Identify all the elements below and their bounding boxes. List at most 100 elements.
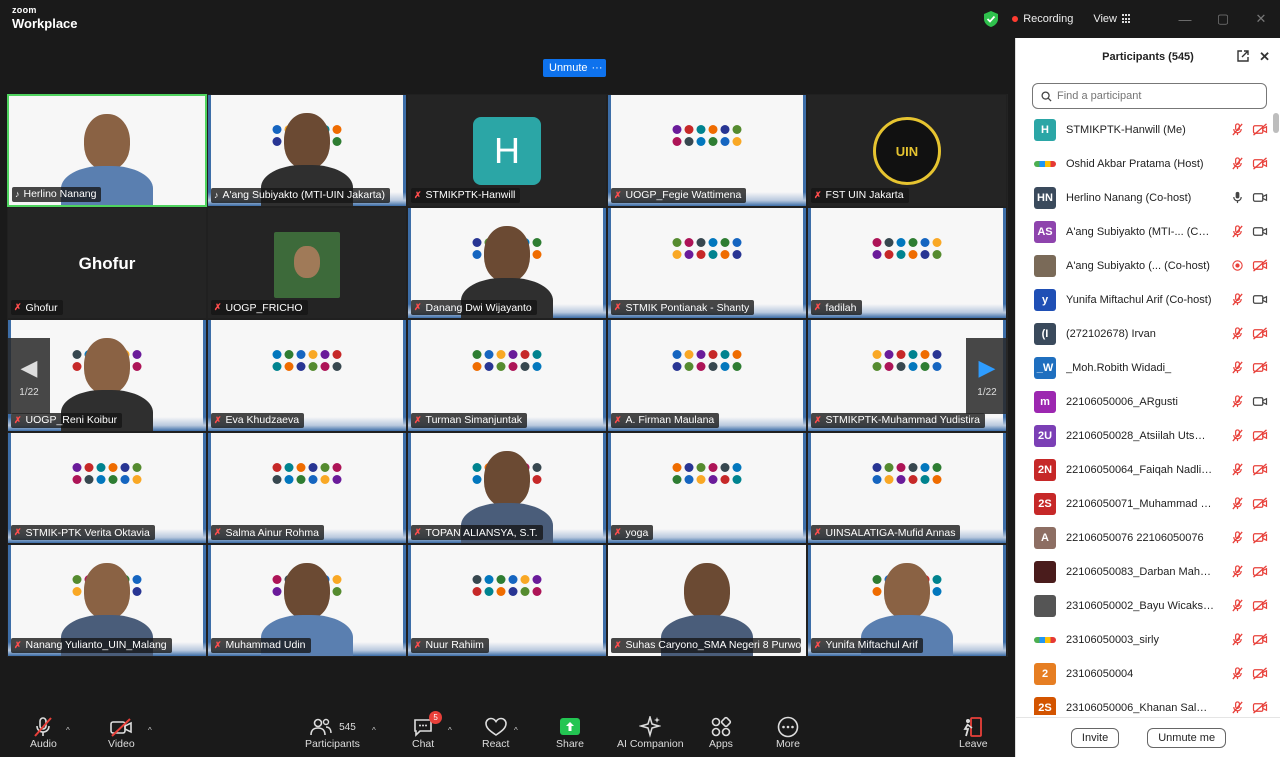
participant-row[interactable]: HN Herlino Nanang (Co-host) <box>1016 181 1274 215</box>
react-button[interactable]: React <box>482 716 509 750</box>
video-tile[interactable]: ♪ A'ang Subiyakto (MTI-UIN Jakarta) <box>207 94 407 207</box>
participant-search-input[interactable] <box>1057 90 1257 102</box>
participant-row[interactable]: 2S 22106050071_Muhammad Syif... <box>1016 487 1274 521</box>
video-tile[interactable]: ✗ Danang Dwi Wijayanto <box>407 206 607 320</box>
participant-status-icons[interactable] <box>1231 157 1268 170</box>
participant-status-icons[interactable] <box>1231 361 1268 374</box>
participant-status-icons[interactable] <box>1231 701 1268 714</box>
video-options-caret[interactable]: ^ <box>148 726 152 735</box>
previous-page-button[interactable]: ◀ 1/22 <box>8 338 50 414</box>
participant-status-icons[interactable] <box>1231 599 1268 612</box>
participant-list[interactable]: H STMIKPTK-Hanwill (Me) Oshid Akbar Pratam… <box>1016 113 1274 715</box>
participants-options-caret[interactable]: ^ <box>372 726 376 735</box>
participant-status-icons[interactable] <box>1231 463 1268 476</box>
minimize-button[interactable]: — <box>1166 0 1204 38</box>
video-tile[interactable]: ✗ Nanang Yulianto_UIN_Malang <box>7 544 207 657</box>
participant-row[interactable]: 2U 22106050028_Atsiilah Utsman F... <box>1016 419 1274 453</box>
close-window-button[interactable]: ✕ <box>1242 0 1280 38</box>
video-tile[interactable]: ✗ A. Firman Maulana <box>607 319 807 432</box>
participant-row[interactable]: AS A'ang Subiyakto (MTI-... (Co-host) <box>1016 215 1274 249</box>
more-button[interactable]: More <box>776 716 800 750</box>
security-shield-icon[interactable] <box>984 11 999 27</box>
meeting-toolbar: Audio ^ Video ^ 545 Participants ^ 5 Cha… <box>0 710 1015 757</box>
video-tile[interactable]: ✗ TOPAN ALIANSYA, S.T. <box>407 431 607 545</box>
participant-status-icons[interactable] <box>1231 633 1268 646</box>
audio-options-caret[interactable]: ^ <box>66 726 70 735</box>
video-tile[interactable]: ✗ UOGP_Fegie Wattimena <box>607 94 807 207</box>
participant-row[interactable]: 2N 22106050064_Faiqah Nadlifatul <box>1016 453 1274 487</box>
participant-row[interactable]: 23106050002_Bayu Wicaksono <box>1016 589 1274 623</box>
participant-row[interactable]: H STMIKPTK-Hanwill (Me) <box>1016 113 1274 147</box>
partner-logos <box>672 462 742 484</box>
participant-row[interactable]: Oshid Akbar Pratama (Host) <box>1016 147 1274 181</box>
participant-status-icons[interactable] <box>1231 123 1268 136</box>
video-tile[interactable]: ✗ UOGP_FRICHO <box>207 206 407 320</box>
participant-status-icons[interactable] <box>1231 259 1268 272</box>
react-options-caret[interactable]: ^ <box>514 726 518 735</box>
view-button[interactable]: View <box>1093 13 1132 25</box>
video-tile[interactable]: ✗ UINSALATIGA-Mufid Annas <box>807 431 1007 545</box>
recording-indicator[interactable]: Recording <box>1012 13 1073 25</box>
chat-options-caret[interactable]: ^ <box>448 726 452 735</box>
maximize-button[interactable]: ▢ <box>1204 0 1242 38</box>
participant-row[interactable]: 2 23106050004 <box>1016 657 1274 691</box>
participant-status-icons[interactable] <box>1231 667 1268 680</box>
participant-row[interactable]: A'ang Subiyakto (... (Co-host) <box>1016 249 1274 283</box>
next-page-button[interactable]: ▶ 1/22 <box>966 338 1008 414</box>
participant-search[interactable] <box>1032 83 1267 109</box>
video-tile[interactable]: ✗ STMIK Pontianak - Shanty <box>607 206 807 320</box>
video-tile[interactable]: ✗ STMIK-PTK Verita Oktavia <box>7 431 207 545</box>
video-tile[interactable]: ✗ Muhammad Udin <box>207 544 407 657</box>
video-tile[interactable]: Ghofur ✗ Ghofur <box>7 206 207 320</box>
participants-button[interactable]: 545 Participants <box>305 716 360 750</box>
video-tile[interactable]: UIN ✗ FST UIN Jakarta <box>807 94 1007 207</box>
leave-button[interactable]: Leave <box>959 716 988 750</box>
invite-button[interactable]: Invite <box>1070 727 1120 748</box>
participant-row[interactable]: m 22106050006_ARgusti <box>1016 385 1274 419</box>
participant-row[interactable]: A 22106050076 22106050076 <box>1016 521 1274 555</box>
participant-status-icons[interactable] <box>1231 225 1268 238</box>
tile-more-button[interactable]: ··· <box>588 59 606 77</box>
tile-name-label: ✗ Nuur Rahiim <box>411 637 489 653</box>
participant-status-icons[interactable] <box>1231 327 1268 340</box>
video-tile[interactable]: ✗ Salma Ainur Rohma <box>207 431 407 545</box>
camera-off-icon <box>1252 599 1268 612</box>
video-tile[interactable]: ✗ fadilah <box>807 206 1007 320</box>
participant-row[interactable]: 23106050003_sirly <box>1016 623 1274 657</box>
participant-status-icons[interactable] <box>1231 395 1268 408</box>
video-tile[interactable]: ✗ Turman Simanjuntak <box>407 319 607 432</box>
video-tile[interactable]: ✗ Suhas Caryono_SMA Negeri 8 Purwo... <box>607 544 807 657</box>
participant-status-icons[interactable] <box>1231 531 1268 544</box>
video-button[interactable]: Video <box>108 716 135 750</box>
participant-row[interactable]: _W _Moh.Robith Widadi_ <box>1016 351 1274 385</box>
participant-row[interactable]: (I (272102678) Irvan <box>1016 317 1274 351</box>
unmute-me-button[interactable]: Unmute me <box>1147 727 1227 748</box>
participant-avatar <box>1034 161 1056 167</box>
participant-status-icons[interactable] <box>1231 565 1268 578</box>
share-button[interactable]: Share <box>556 716 584 750</box>
video-tile[interactable]: ✗ Nuur Rahiim <box>407 544 607 657</box>
participant-status-icons[interactable] <box>1231 191 1268 204</box>
participant-list-scrollbar[interactable] <box>1273 113 1279 715</box>
video-tile[interactable]: ✗ yoga <box>607 431 807 545</box>
ai-companion-button[interactable]: AI Companion <box>617 716 684 750</box>
participant-status-icons[interactable] <box>1231 429 1268 442</box>
apps-button[interactable]: Apps <box>709 716 733 750</box>
audio-button[interactable]: Audio <box>30 716 57 750</box>
chat-button[interactable]: 5 Chat <box>412 711 443 750</box>
video-tile[interactable]: ✗ Eva Khudzaeva <box>207 319 407 432</box>
participant-status-icons[interactable] <box>1231 293 1268 306</box>
tile-name: UOGP_Reni Koibur <box>25 414 118 427</box>
participant-row[interactable]: 2S 23106050006_Khanan Salman ... <box>1016 691 1274 715</box>
participant-row[interactable]: y Yunifa Miftachul Arif (Co-host) <box>1016 283 1274 317</box>
pop-out-icon[interactable] <box>1236 49 1250 63</box>
video-tile[interactable]: ♪ Herlino Nanang <box>7 94 207 207</box>
close-panel-icon[interactable]: ✕ <box>1259 49 1270 65</box>
tile-unmute-button[interactable]: Unmute <box>543 59 594 77</box>
video-tile[interactable]: H ✗ STMIKPTK-Hanwill <box>407 94 607 207</box>
participant-status-icons[interactable] <box>1231 497 1268 510</box>
video-tile[interactable]: ✗ Yunifa Miftachul Arif <box>807 544 1007 657</box>
page-indicator-right: 1/22 <box>977 386 997 398</box>
camera-on-icon <box>1252 193 1268 202</box>
participant-row[interactable]: 22106050083_Darban Maha Mu... <box>1016 555 1274 589</box>
